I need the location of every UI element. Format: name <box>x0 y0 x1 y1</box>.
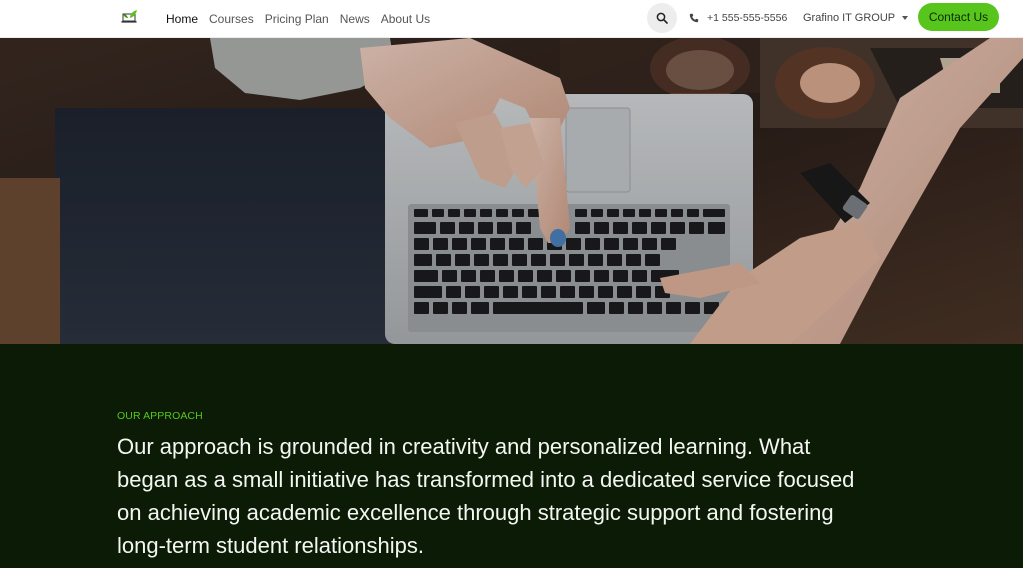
laptop-leaf-logo[interactable] <box>121 8 139 26</box>
section-eyebrow: OUR APPROACH <box>117 410 203 422</box>
search-icon <box>656 12 668 24</box>
nav-link-courses[interactable]: Courses <box>209 12 254 26</box>
nav-link-news[interactable]: News <box>340 12 370 26</box>
nav-link-pricing-plan[interactable]: Pricing Plan <box>265 12 329 26</box>
chevron-down-icon <box>902 16 909 20</box>
hero-image <box>0 38 1023 344</box>
approach-text: Our approach is grounded in creativity a… <box>117 434 855 558</box>
company-dropdown[interactable]: Grafino IT GROUP <box>803 0 909 36</box>
contact-us-button[interactable]: Contact Us <box>918 3 999 31</box>
approach-section: OUR APPROACH Our approach is grounded in… <box>0 344 1023 568</box>
phone-icon <box>689 13 699 23</box>
phone-link[interactable]: +1 555-555-5556 <box>689 0 787 36</box>
company-name: Grafino IT GROUP <box>803 12 896 24</box>
nav-link-about-us[interactable]: About Us <box>381 12 430 26</box>
main-nav: Home Courses Pricing Plan News About Us <box>166 0 441 38</box>
hands-laptop-illustration <box>0 38 1023 344</box>
nav-link-home[interactable]: Home <box>166 12 198 26</box>
phone-number: +1 555-555-5556 <box>707 12 788 24</box>
search-button[interactable] <box>647 3 677 33</box>
navbar: Home Courses Pricing Plan News About Us … <box>0 0 1023 38</box>
